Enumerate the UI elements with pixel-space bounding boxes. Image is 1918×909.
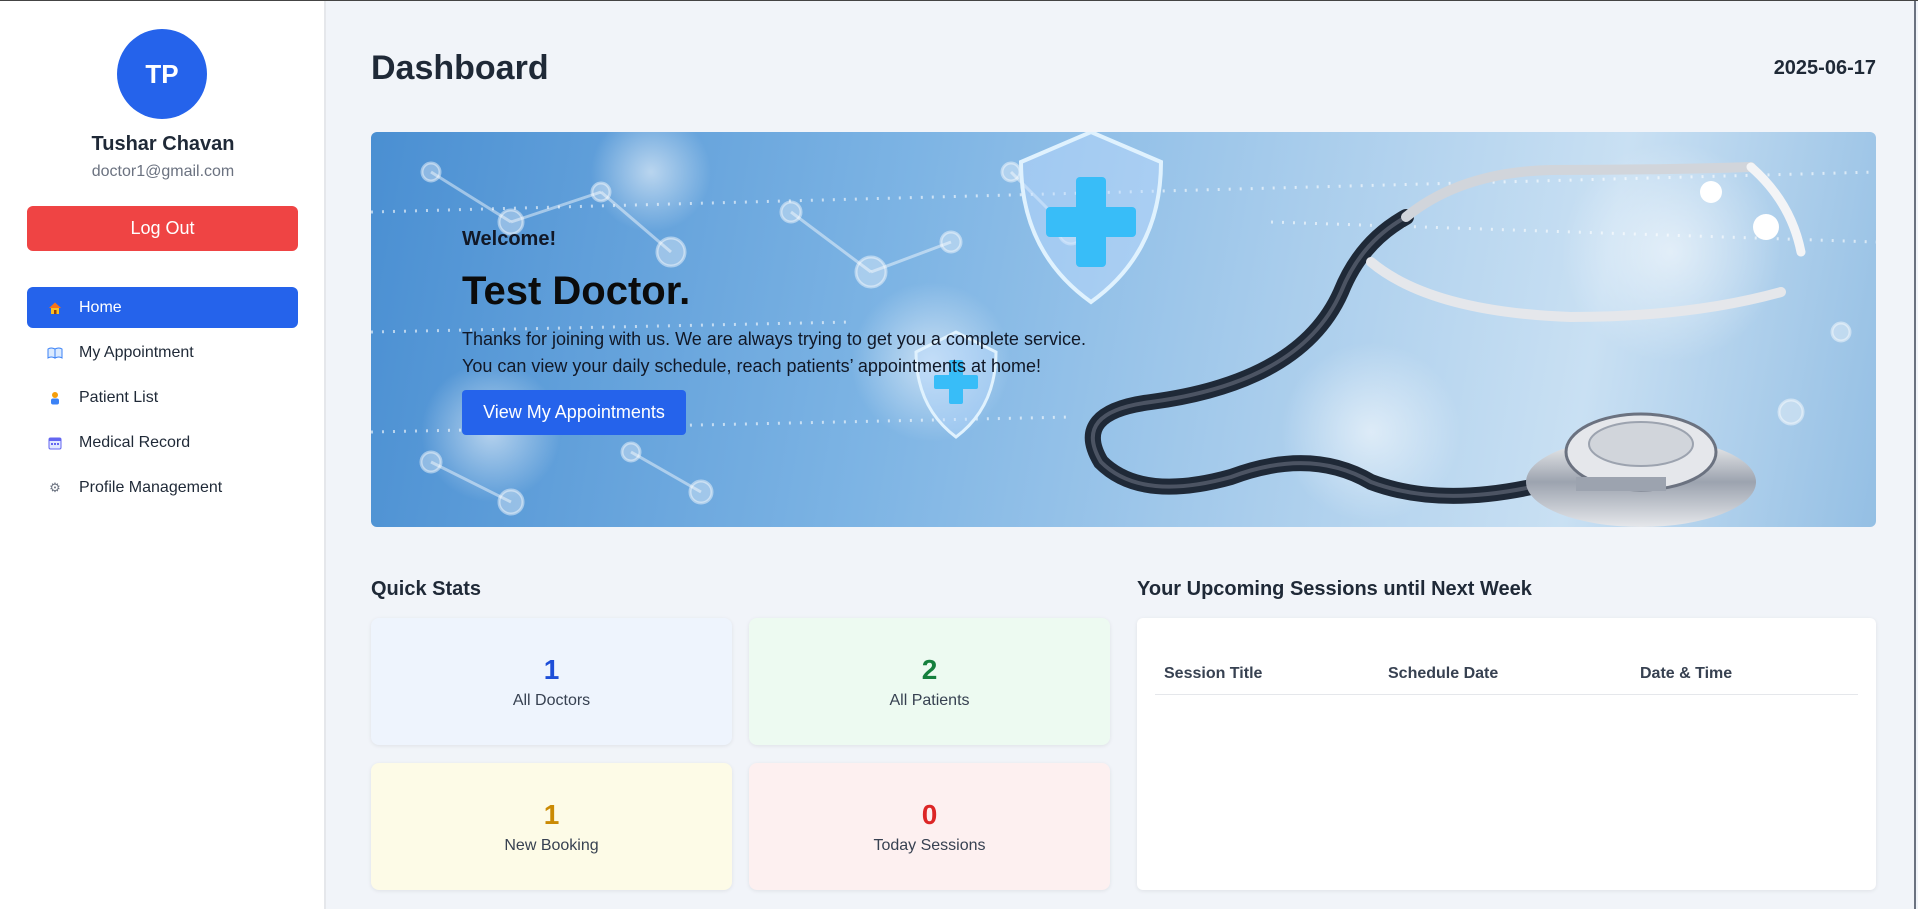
user-name: Tushar Chavan <box>91 133 235 155</box>
stat-label: All Patients <box>889 691 970 709</box>
sidebar: TP Tushar Chavan doctor1@gmail.com Log O… <box>0 1 326 909</box>
current-date: 2025-06-17 <box>1773 57 1876 79</box>
welcome-message-line-2: You can view your daily schedule, reach … <box>462 356 1042 376</box>
stat-label: New Booking <box>504 836 599 854</box>
column-header-schedule-date: Schedule Date <box>1388 665 1499 682</box>
stat-card-all-patients: 2 All Patients <box>749 618 1110 745</box>
stat-card-all-doctors: 1 All Doctors <box>371 618 732 745</box>
welcome-label: Welcome! <box>462 228 557 250</box>
stat-label: Today Sessions <box>873 836 986 854</box>
calendar-icon <box>47 435 63 451</box>
column-header-session-title: Session Title <box>1164 665 1263 682</box>
sidebar-item-label: Home <box>79 298 122 316</box>
sidebar-item-label: Patient List <box>79 388 159 406</box>
stat-label: All Doctors <box>512 691 591 709</box>
column-header-date-time: Date & Time <box>1640 665 1733 682</box>
sidebar-nav: Home My Appointment Patient List Medical… <box>27 287 298 512</box>
sidebar-item-home[interactable]: Home <box>27 287 298 328</box>
page-scrollbar[interactable] <box>1914 1 1916 909</box>
sidebar-item-patient-list[interactable]: Patient List <box>27 377 298 418</box>
avatar[interactable]: TP <box>117 29 207 119</box>
sidebar-item-medical-record[interactable]: Medical Record <box>27 422 298 463</box>
welcome-banner: Welcome! Test Doctor. Thanks for joining… <box>371 132 1876 527</box>
sidebar-item-label: My Appointment <box>79 343 194 361</box>
house-icon <box>47 300 63 316</box>
quick-stats-title: Quick Stats <box>371 578 482 600</box>
gear-icon: ⚙ <box>49 479 61 495</box>
user-email: doctor1@gmail.com <box>91 163 235 180</box>
stat-value: 1 <box>543 653 560 685</box>
stat-value: 2 <box>921 653 938 685</box>
person-icon <box>47 390 63 406</box>
sidebar-item-label: Profile Management <box>79 478 223 496</box>
sidebar-item-my-appointment[interactable]: My Appointment <box>27 332 298 373</box>
upcoming-sessions-table: Session Title Schedule Date Date & Time <box>1137 618 1876 890</box>
table-header: Session Title Schedule Date Date & Time <box>1155 648 1858 695</box>
sidebar-item-profile-management[interactable]: ⚙ Profile Management <box>27 467 298 508</box>
upcoming-sessions-title: Your Upcoming Sessions until Next Week <box>1137 578 1532 600</box>
page-title: Dashboard <box>371 49 549 87</box>
stat-card-today-sessions: 0 Today Sessions <box>749 763 1110 890</box>
sidebar-item-label: Medical Record <box>79 433 191 451</box>
welcome-message-line-1: Thanks for joining with us. We are alway… <box>462 329 1086 349</box>
doctor-name: Test Doctor. <box>462 269 691 313</box>
stat-value: 0 <box>921 798 938 830</box>
main-content: Dashboard 2025-06-17 Welcome! Test Docto… <box>371 1 1876 909</box>
stat-card-new-booking: 1 New Booking <box>371 763 732 890</box>
welcome-content: Welcome! Test Doctor. Thanks for joining… <box>462 228 1086 435</box>
logout-button[interactable]: Log Out <box>27 206 298 251</box>
stat-value: 1 <box>543 798 560 830</box>
book-icon <box>47 345 63 361</box>
view-appointments-button[interactable]: View My Appointments <box>462 390 686 435</box>
welcome-message: Thanks for joining with us. We are alway… <box>462 326 1086 380</box>
